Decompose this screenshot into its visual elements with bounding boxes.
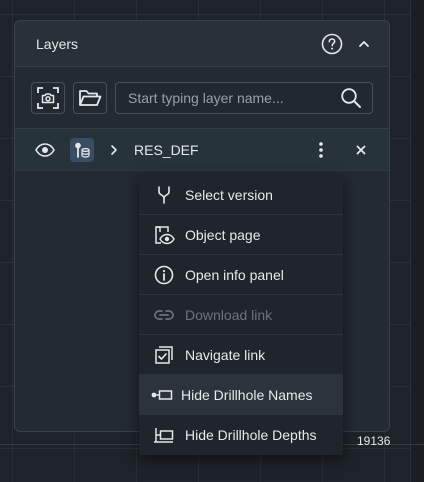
layer-more-menu-button[interactable] — [309, 138, 333, 162]
open-folder-button[interactable] — [73, 81, 107, 114]
menu-item-open-info-panel[interactable]: Open info panel — [139, 255, 343, 295]
link-icon — [153, 304, 175, 326]
remove-layer-button[interactable] — [349, 138, 373, 162]
menu-item-label: Hide Drillhole Names — [181, 386, 313, 403]
menu-item-hide-drillhole-depths[interactable]: Hide Drillhole Depths — [139, 415, 343, 455]
visibility-toggle[interactable] — [33, 138, 57, 162]
layer-context-menu: Select version Object page Open info pan… — [139, 175, 343, 455]
collapse-panel-button[interactable] — [353, 33, 375, 55]
layer-search-input[interactable] — [128, 89, 340, 106]
menu-item-select-version[interactable]: Select version — [139, 175, 343, 215]
panel-title: Layers — [36, 35, 79, 52]
info-icon — [153, 264, 175, 286]
menu-item-label: Open info panel — [185, 266, 284, 283]
camera-frame-icon — [37, 86, 59, 109]
version-branch-icon — [153, 184, 175, 206]
menu-item-label: Navigate link — [185, 346, 266, 363]
layers-panel-header: Layers — [15, 21, 389, 67]
screenshot-button[interactable] — [31, 81, 65, 114]
menu-item-navigate-link[interactable]: Navigate link — [139, 335, 343, 375]
layers-toolbar — [15, 67, 389, 129]
navigate-link-icon — [153, 344, 175, 366]
object-page-icon — [153, 224, 175, 246]
layer-name: RES_DEF — [134, 141, 199, 158]
eye-icon — [35, 142, 55, 157]
hide-depths-icon — [153, 424, 175, 446]
menu-item-label: Object page — [185, 226, 261, 243]
menu-item-label: Hide Drillhole Depths — [185, 427, 317, 443]
hide-names-icon — [151, 384, 173, 406]
menu-item-download-link[interactable]: Download link — [139, 295, 343, 335]
coordinate-readout: 19136 — [357, 434, 391, 448]
help-icon[interactable] — [321, 33, 343, 55]
layer-row[interactable]: RES_DEF — [15, 129, 389, 171]
folder-open-icon — [79, 89, 102, 106]
drillhole-database-icon — [70, 137, 94, 162]
expand-chevron-icon[interactable] — [110, 144, 120, 156]
menu-item-label: Select version — [185, 186, 273, 203]
close-icon — [356, 145, 366, 154]
chevron-up-icon — [359, 40, 369, 47]
layer-search-box — [115, 81, 373, 114]
menu-item-label: Download link — [185, 306, 273, 323]
map-scroll-edge — [410, 0, 424, 482]
menu-item-hide-drillhole-names[interactable]: Hide Drillhole Names — [139, 375, 343, 415]
more-vertical-icon — [319, 141, 323, 158]
search-icon[interactable] — [340, 87, 362, 109]
menu-item-object-page[interactable]: Object page — [139, 215, 343, 255]
